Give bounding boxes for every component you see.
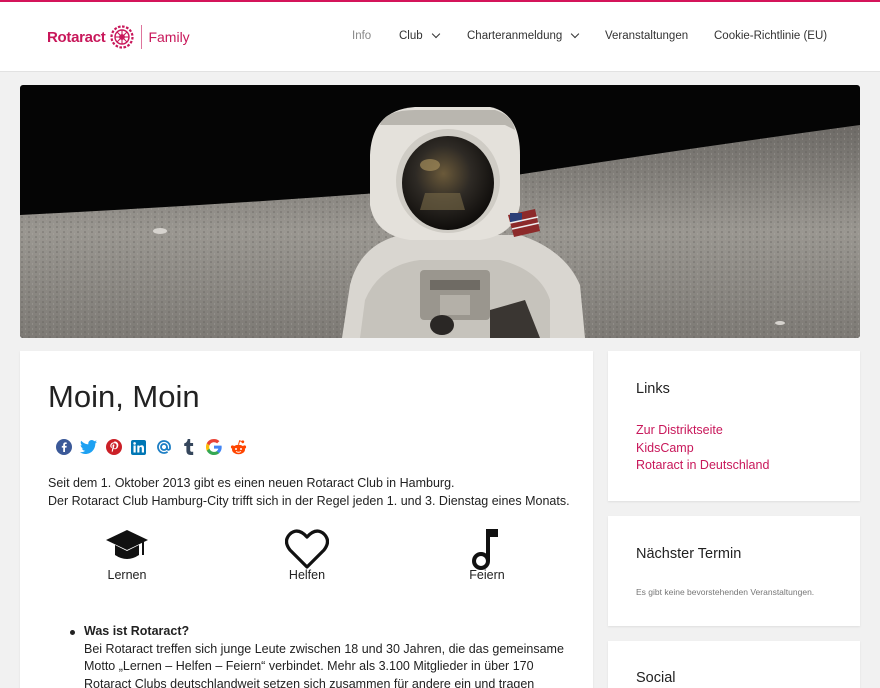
reddit-icon[interactable] xyxy=(226,438,251,456)
link-distriktseite[interactable]: Zur Distriktseite xyxy=(636,423,723,437)
twitter-icon[interactable] xyxy=(76,438,101,456)
widget-title: Links xyxy=(636,381,670,397)
linkedin-icon[interactable] xyxy=(126,438,151,456)
tumblr-icon[interactable] xyxy=(176,438,201,456)
facebook-icon[interactable] xyxy=(51,438,76,456)
site-header: Rotaract Family Info Club Charteranmeldu… xyxy=(0,2,880,72)
list-bullet xyxy=(70,630,75,635)
share-bar xyxy=(51,438,251,456)
nav-label: Cookie-Richtlinie (EU) xyxy=(714,30,828,42)
site-logo[interactable]: Rotaract Family xyxy=(47,24,190,50)
widget-title: Nächster Termin xyxy=(636,546,742,562)
nav-item-charteranmeldung[interactable]: Charteranmeldung xyxy=(467,29,580,42)
main-content-panel: Moin, Moin Seit dem 1. Oktober 2013 gibt… xyxy=(20,351,593,688)
feature-lernen: Lernen xyxy=(67,527,187,582)
google-icon[interactable] xyxy=(201,438,226,456)
email-icon[interactable] xyxy=(151,438,176,456)
astronaut-photo xyxy=(20,85,860,338)
feature-label: Feiern xyxy=(469,568,505,582)
intro-line: Seit dem 1. Oktober 2013 gibt es einen n… xyxy=(48,476,455,490)
link-kidscamp[interactable]: KidsCamp xyxy=(636,441,694,455)
logo-wordmark: Rotaract xyxy=(47,28,106,46)
faq-question: Was ist Rotaract? xyxy=(84,624,190,638)
widget-title: Social xyxy=(636,670,676,686)
nav-item-info[interactable]: Info xyxy=(352,30,371,42)
nav-label: Info xyxy=(352,30,372,42)
faq-answer-line: Motto „Lernen – Helfen – Feiern“ verbind… xyxy=(84,659,534,673)
logo-family-label: Family xyxy=(148,29,190,45)
intro-text: Seit dem 1. Oktober 2013 gibt es einen n… xyxy=(48,474,570,510)
feature-label: Helfen xyxy=(288,568,326,582)
logo-divider xyxy=(141,25,143,49)
social-widget: Social xyxy=(608,641,860,688)
faq-answer-line: Bei Rotaract treffen sich junge Leute zw… xyxy=(84,641,564,656)
feature-label: Lernen xyxy=(107,568,147,582)
intro-line: Der Rotaract Club Hamburg-City trifft si… xyxy=(48,494,570,508)
chevron-down-icon xyxy=(431,29,440,39)
link-rotaract-deutschland[interactable]: Rotaract in Deutschland xyxy=(636,458,769,472)
faq-list: Was ist Rotaract? Bei Rotaract treffen s… xyxy=(70,623,570,688)
rotary-wheel-icon xyxy=(110,25,135,49)
faq-answer-line: Rotaract Clubs deutschlandweit setzen si… xyxy=(84,676,535,688)
feature-helfen: Helfen xyxy=(247,527,367,582)
no-events-text: Es gibt keine bevorstehenden Veranstaltu… xyxy=(636,587,815,597)
hero-image xyxy=(20,85,860,338)
nav-label: Veranstaltungen xyxy=(605,30,689,42)
events-widget: Nächster Termin Es gibt keine bevorstehe… xyxy=(608,516,860,626)
music-note-icon xyxy=(472,529,498,570)
pinterest-icon[interactable] xyxy=(101,438,126,456)
links-widget: Links Zur Distriktseite KidsCamp Rotarac… xyxy=(608,351,860,501)
chevron-down-icon xyxy=(571,29,580,39)
feature-feiern: Feiern xyxy=(427,527,547,582)
nav-label: Charteranmeldung xyxy=(467,30,563,42)
heart-icon xyxy=(285,529,329,569)
nav-item-veranstaltungen[interactable]: Veranstaltungen xyxy=(605,30,688,42)
nav-label: Club xyxy=(399,30,423,42)
nav-item-club[interactable]: Club xyxy=(399,29,440,42)
page-title: Moin, Moin xyxy=(48,379,200,414)
graduation-cap-icon xyxy=(106,530,148,559)
nav-item-cookie-richtlinie[interactable]: Cookie-Richtlinie (EU) xyxy=(714,30,827,42)
